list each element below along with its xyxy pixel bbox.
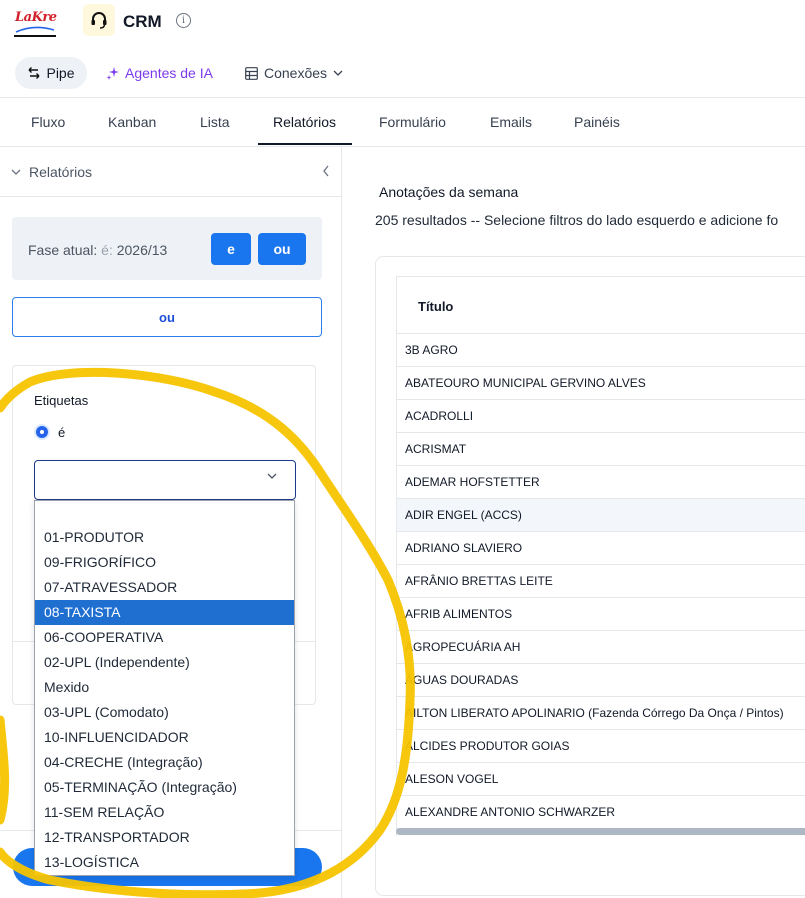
radio-e[interactable]	[36, 426, 48, 438]
fase-filter-chip[interactable]: Fase atual: é: 2026/13 e ou	[12, 217, 322, 280]
tab-relatorios[interactable]: Relatórios	[273, 114, 336, 130]
fase-value: 2026/13	[116, 242, 168, 258]
fase-label: Fase atual:	[28, 242, 98, 258]
results-count-text: 205 resultados -- Selecione filtros do l…	[375, 212, 779, 228]
info-icon[interactable]: i	[176, 13, 191, 28]
agentes-label: Agentes de IA	[125, 65, 213, 81]
option-item[interactable]: 03-UPL (Comodato)	[35, 700, 294, 725]
report-title: Anotações da semana	[379, 184, 519, 200]
swap-arrows-icon	[28, 67, 40, 79]
logo-text: LaKre	[15, 10, 57, 25]
option-item[interactable]: 06-COOPERATIVA	[35, 625, 294, 650]
table-row[interactable]: ACRISMAT	[397, 433, 805, 466]
table-icon	[245, 66, 258, 80]
agentes-de-ia-button[interactable]: Agentes de IA	[106, 65, 213, 81]
tab-formulario[interactable]: Formulário	[379, 114, 446, 130]
active-tab-indicator	[258, 143, 352, 145]
chevron-down-icon	[267, 473, 277, 479]
conexoes-dropdown[interactable]: Conexões	[245, 65, 343, 81]
company-logo[interactable]: LaKre	[14, 8, 57, 37]
chevron-down-icon	[11, 169, 21, 175]
top-bar: LaKre CRM i	[0, 0, 805, 48]
divider	[0, 196, 341, 197]
pipe-label: Pipe	[46, 65, 75, 81]
table-row[interactable]: AGROPECUÁRIA AH	[397, 631, 805, 664]
table-row[interactable]: ALEXANDRE ANTONIO SCHWARZER	[397, 796, 805, 829]
sparkle-icon	[106, 67, 119, 80]
table-row[interactable]: ADEMAR HOFSTETTER	[397, 466, 805, 499]
sidebar-header[interactable]: Relatórios	[11, 164, 92, 180]
tab-emails[interactable]: Emails	[490, 114, 532, 130]
table-row[interactable]: AFRÂNIO BRETTAS LEITE	[397, 565, 805, 598]
table-row[interactable]: ACADROLLI	[397, 400, 805, 433]
chevron-left-icon[interactable]	[322, 164, 330, 180]
option-item-selected[interactable]: 08-TAXISTA	[35, 600, 294, 625]
subnav: Pipe Agentes de IA Conexões	[0, 55, 805, 91]
table-row[interactable]: ADRIANO SLAVIERO	[397, 532, 805, 565]
logo-underline	[14, 35, 56, 37]
results-table-card: Título 3B AGRO ABATEOURO MUNICIPAL GERVI…	[375, 256, 805, 896]
fase-operator: é:	[101, 242, 113, 258]
column-header-titulo[interactable]: Título	[418, 299, 453, 314]
etiquetas-select[interactable]	[34, 460, 296, 500]
table-row[interactable]: ABATEOURO MUNICIPAL GERVINO ALVES	[397, 367, 805, 400]
conexoes-label: Conexões	[264, 65, 328, 81]
table-row[interactable]: ÁGUAS DOURADAS	[397, 664, 805, 697]
add-or-group-button[interactable]: ou	[12, 297, 322, 337]
option-item[interactable]: 12-TRANSPORTADOR	[35, 825, 294, 850]
table-row-highlighted[interactable]: ADIR ENGEL (ACCS)	[397, 499, 805, 532]
or-button[interactable]: ou	[258, 233, 306, 265]
option-item[interactable]: 02-UPL (Independente)	[35, 650, 294, 675]
option-item[interactable]: Mexido	[35, 675, 294, 700]
tab-paineis[interactable]: Painéis	[574, 114, 620, 130]
option-item[interactable]: 13-LOGÍSTICA	[35, 850, 294, 875]
option-item[interactable]: 04-CRECHE (Integração)	[35, 750, 294, 775]
tab-lista[interactable]: Lista	[200, 114, 230, 130]
horizontal-scrollbar[interactable]	[396, 828, 805, 835]
fase-filter-text: Fase atual: é: 2026/13	[28, 242, 167, 258]
pipe-button[interactable]: Pipe	[15, 57, 87, 89]
headset-icon	[83, 4, 115, 36]
results-table: Título 3B AGRO ABATEOURO MUNICIPAL GERVI…	[396, 276, 805, 836]
and-button[interactable]: e	[211, 233, 251, 265]
tab-kanban[interactable]: Kanban	[108, 114, 156, 130]
logo-swoosh-icon	[15, 26, 55, 33]
table-row[interactable]: AFRIB ALIMENTOS	[397, 598, 805, 631]
table-header: Título	[397, 277, 805, 334]
option-item[interactable]: 11-SEM RELAÇÃO	[35, 800, 294, 825]
option-item[interactable]: 07-ATRAVESSADOR	[35, 575, 294, 600]
table-row[interactable]: AILTON LIBERATO APOLINARIO (Fazenda Córr…	[397, 697, 805, 730]
etiquetas-label: Etiquetas	[34, 393, 89, 408]
table-row[interactable]: ALCIDES PRODUTOR GOIAS	[397, 730, 805, 763]
app-title: CRM	[123, 12, 162, 31]
table-row[interactable]: 3B AGRO	[397, 334, 805, 367]
option-item[interactable]: 09-FRIGORÍFICO	[35, 550, 294, 575]
sidebar-title: Relatórios	[29, 164, 93, 180]
empty-option[interactable]	[35, 501, 294, 525]
table-row[interactable]: ALESON VOGEL	[397, 763, 805, 796]
option-item[interactable]: 05-TERMINAÇÃO (Integração)	[35, 775, 294, 800]
option-item[interactable]: 10-INFLUENCIDADOR	[35, 725, 294, 750]
chevron-down-icon	[333, 70, 343, 76]
etiquetas-options-list: 01-PRODUTOR 09-FRIGORÍFICO 07-ATRAVESSAD…	[34, 500, 295, 876]
option-item[interactable]: 01-PRODUTOR	[35, 525, 294, 550]
tab-bar: Fluxo Kanban Lista Relatórios Formulário…	[0, 98, 805, 146]
radio-e-label: é	[58, 425, 66, 440]
tab-fluxo[interactable]: Fluxo	[31, 114, 65, 130]
